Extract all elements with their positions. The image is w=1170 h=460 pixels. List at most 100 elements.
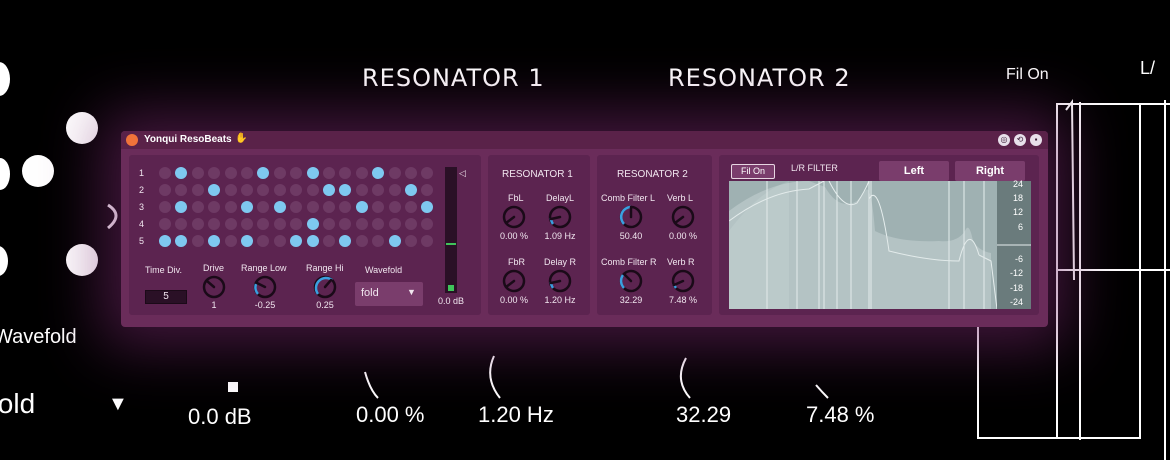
step-cell[interactable]: [241, 235, 253, 247]
range-low-knob[interactable]: [253, 275, 277, 299]
delayr-knob[interactable]: [548, 269, 572, 293]
step-cell[interactable]: [290, 167, 303, 179]
step-cell[interactable]: [405, 235, 417, 247]
step-cell[interactable]: [405, 201, 417, 213]
tab-left[interactable]: Left: [879, 161, 949, 181]
step-cell[interactable]: [191, 235, 204, 247]
step-cell[interactable]: [290, 184, 303, 196]
step-cell[interactable]: [339, 184, 352, 196]
step-cell[interactable]: [323, 167, 335, 179]
step-cell[interactable]: [372, 184, 385, 196]
step-cell[interactable]: [273, 235, 286, 247]
step-cell[interactable]: [306, 218, 319, 230]
step-cell[interactable]: [175, 235, 188, 247]
step-cell[interactable]: [388, 167, 401, 179]
step-cell[interactable]: [191, 167, 204, 179]
drive-knob[interactable]: [202, 275, 226, 299]
comb-filter-l-knob[interactable]: [619, 205, 643, 229]
filter-response-graph[interactable]: [729, 181, 1031, 309]
step-cell[interactable]: [405, 218, 417, 230]
step-cell[interactable]: [339, 167, 352, 179]
range-hi-knob[interactable]: [313, 275, 337, 299]
step-cell[interactable]: [355, 167, 368, 179]
step-cell[interactable]: [290, 235, 303, 247]
fil-on-toggle[interactable]: Fil On: [731, 164, 775, 179]
step-cell[interactable]: [388, 184, 401, 196]
step-cell[interactable]: [208, 167, 221, 179]
step-cell[interactable]: [191, 201, 204, 213]
fbl-knob[interactable]: [502, 205, 526, 229]
step-cell[interactable]: [405, 167, 417, 179]
step-cell[interactable]: [159, 218, 171, 230]
save-icon[interactable]: ▪: [1030, 134, 1042, 146]
step-cell[interactable]: [388, 218, 401, 230]
step-cell[interactable]: [421, 201, 434, 213]
verb-r-knob[interactable]: [671, 269, 695, 293]
step-cell[interactable]: [224, 184, 237, 196]
step-cell[interactable]: [257, 184, 270, 196]
time-div-field[interactable]: 5: [145, 290, 187, 304]
step-cell[interactable]: [290, 218, 303, 230]
step-cell[interactable]: [306, 201, 319, 213]
comb-filter-r-knob[interactable]: [619, 269, 643, 293]
step-cell[interactable]: [224, 218, 237, 230]
step-cell[interactable]: [388, 235, 401, 247]
step-cell[interactable]: [372, 167, 385, 179]
step-cell[interactable]: [372, 235, 385, 247]
step-cell[interactable]: [405, 184, 417, 196]
step-cell[interactable]: [306, 235, 319, 247]
step-cell[interactable]: [306, 167, 319, 179]
step-cell[interactable]: [323, 201, 335, 213]
step-cell[interactable]: [241, 167, 253, 179]
step-cell[interactable]: [241, 184, 253, 196]
step-cell[interactable]: [323, 235, 335, 247]
tab-right[interactable]: Right: [955, 161, 1025, 181]
step-cell[interactable]: [421, 218, 434, 230]
step-cell[interactable]: [273, 201, 286, 213]
step-cell[interactable]: [257, 235, 270, 247]
step-cell[interactable]: [208, 201, 221, 213]
step-cell[interactable]: [257, 218, 270, 230]
step-cell[interactable]: [339, 235, 352, 247]
step-cell[interactable]: [159, 201, 171, 213]
step-cell[interactable]: [421, 167, 434, 179]
step-cell[interactable]: [241, 201, 253, 213]
step-cell[interactable]: [421, 184, 434, 196]
step-cell[interactable]: [355, 218, 368, 230]
step-cell[interactable]: [208, 235, 221, 247]
step-cell[interactable]: [323, 184, 335, 196]
step-cell[interactable]: [175, 218, 188, 230]
step-cell[interactable]: [339, 201, 352, 213]
step-cell[interactable]: [355, 184, 368, 196]
step-cell[interactable]: [208, 184, 221, 196]
meter-marker-icon[interactable]: ◁: [459, 168, 466, 179]
step-cell[interactable]: [323, 218, 335, 230]
step-cell[interactable]: [159, 235, 171, 247]
step-cell[interactable]: [273, 184, 286, 196]
step-cell[interactable]: [257, 201, 270, 213]
step-cell[interactable]: [175, 184, 188, 196]
device-power-toggle[interactable]: [126, 134, 138, 146]
step-cell[interactable]: [355, 201, 368, 213]
step-cell[interactable]: [257, 167, 270, 179]
step-cell[interactable]: [208, 218, 221, 230]
step-cell[interactable]: [175, 201, 188, 213]
step-cell[interactable]: [224, 235, 237, 247]
step-cell[interactable]: [273, 218, 286, 230]
step-cell[interactable]: [159, 167, 171, 179]
settings-icon[interactable]: ◎: [998, 134, 1010, 146]
step-cell[interactable]: [273, 167, 286, 179]
step-cell[interactable]: [175, 167, 188, 179]
step-cell[interactable]: [372, 218, 385, 230]
step-cell[interactable]: [355, 235, 368, 247]
step-cell[interactable]: [306, 184, 319, 196]
verb-l-knob[interactable]: [671, 205, 695, 229]
wavefold-select[interactable]: fold ▼: [355, 282, 423, 306]
link-icon[interactable]: ⟲: [1014, 134, 1026, 146]
step-cell[interactable]: [224, 201, 237, 213]
step-cell[interactable]: [191, 184, 204, 196]
step-cell[interactable]: [339, 218, 352, 230]
step-cell[interactable]: [191, 218, 204, 230]
step-cell[interactable]: [372, 201, 385, 213]
step-cell[interactable]: [159, 184, 171, 196]
